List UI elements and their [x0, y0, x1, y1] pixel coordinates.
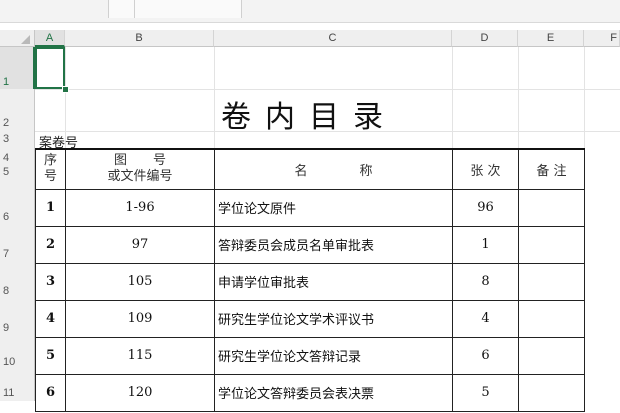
entry-name[interactable]: 学位论文原件	[214, 188, 453, 227]
entry-remarks[interactable]	[518, 188, 585, 227]
header-no-line2: 号	[43, 169, 57, 185]
row-header-6[interactable]: 6	[0, 188, 35, 225]
entry-pages[interactable]: 6	[452, 336, 519, 375]
row-header-2[interactable]: 2	[0, 89, 35, 131]
entry-pages[interactable]: 5	[452, 373, 519, 412]
entry-name[interactable]: 申请学位审批表	[214, 262, 453, 301]
entry-no[interactable]: 5	[35, 336, 66, 375]
header-code-cell[interactable]: 图 号 或文件编号	[65, 148, 215, 190]
column-header-a[interactable]: A	[35, 30, 65, 47]
column-header-d[interactable]: D	[452, 30, 518, 47]
entry-pages[interactable]: 1	[452, 225, 519, 264]
row-header-5[interactable]: 5	[0, 165, 35, 188]
entry-code[interactable]: 97	[65, 225, 215, 264]
entry-name[interactable]: 答辩委员会成员名单审批表	[214, 225, 453, 264]
ribbon-tab[interactable]	[134, 0, 242, 18]
entry-no[interactable]: 4	[35, 299, 66, 338]
entry-name[interactable]: 学位论文答辩委员会表决票	[214, 373, 453, 412]
header-no-line1: 序	[43, 153, 57, 169]
table-row: 1 1-96 学位论文原件 96	[35, 188, 585, 227]
entry-remarks[interactable]	[518, 299, 585, 338]
entry-remarks[interactable]	[518, 262, 585, 301]
header-row: 序 号 图 号 或文件编号 名 称 张 次 备 注	[35, 148, 585, 190]
table-row: 2 97 答辩委员会成员名单审批表 1	[35, 225, 585, 264]
entry-code[interactable]: 105	[65, 262, 215, 301]
table-row: 6 120 学位论文答辩委员会表决票 5	[35, 373, 585, 412]
header-pages: 张 次	[470, 163, 501, 179]
gridline	[35, 89, 620, 90]
row-header-4[interactable]: 4	[0, 148, 35, 165]
header-pages-cell[interactable]: 张 次	[452, 148, 519, 190]
entry-pages[interactable]: 8	[452, 262, 519, 301]
row-header-10[interactable]: 10	[0, 336, 35, 373]
entry-code[interactable]: 109	[65, 299, 215, 338]
header-no-cell[interactable]: 序 号	[35, 148, 66, 190]
ribbon-strip	[0, 0, 620, 23]
header-code-line1: 图 号	[113, 153, 166, 169]
ribbon-tab[interactable]	[108, 0, 136, 18]
entry-no[interactable]: 6	[35, 373, 66, 412]
table-row: 4 109 研究生学位论文学术评议书 4	[35, 299, 585, 338]
entry-remarks[interactable]	[518, 336, 585, 375]
row-header-9[interactable]: 9	[0, 299, 35, 336]
header-name: 名 称	[294, 163, 373, 179]
entry-code[interactable]: 115	[65, 336, 215, 375]
header-remarks-cell[interactable]: 备 注	[518, 148, 585, 190]
row-header-11[interactable]: 11	[0, 373, 35, 401]
row-header-3[interactable]: 3	[0, 131, 35, 148]
fill-handle[interactable]	[62, 86, 69, 93]
column-header-e[interactable]: E	[518, 30, 584, 47]
active-cell-selection[interactable]	[35, 47, 65, 89]
entry-pages[interactable]: 4	[452, 299, 519, 338]
select-all-icon	[21, 35, 30, 44]
entry-no[interactable]: 3	[35, 262, 66, 301]
row-header-1[interactable]: 1	[0, 47, 35, 89]
entry-remarks[interactable]	[518, 373, 585, 412]
row-header-8[interactable]: 8	[0, 262, 35, 299]
entry-no[interactable]: 1	[35, 188, 66, 227]
entry-name[interactable]: 研究生学位论文学术评议书	[214, 299, 453, 338]
column-header-b[interactable]: B	[65, 30, 214, 47]
column-header-c[interactable]: C	[214, 30, 452, 47]
entry-code[interactable]: 120	[65, 373, 215, 412]
column-header-f[interactable]: F	[584, 30, 620, 47]
header-name-cell[interactable]: 名 称	[214, 148, 453, 190]
entry-no[interactable]: 2	[35, 225, 66, 264]
header-remarks: 备 注	[536, 163, 567, 179]
entry-remarks[interactable]	[518, 225, 585, 264]
row-header-7[interactable]: 7	[0, 225, 35, 262]
table-row: 5 115 研究生学位论文答辩记录 6	[35, 336, 585, 375]
sheet-title: 卷内目录	[221, 100, 397, 135]
toc-table: 序 号 图 号 或文件编号 名 称 张 次 备 注 1 1-96 学位论文原件 …	[35, 148, 585, 412]
table-row: 3 105 申请学位审批表 8	[35, 262, 585, 301]
entry-name[interactable]: 研究生学位论文答辩记录	[214, 336, 453, 375]
entry-code[interactable]: 1-96	[65, 188, 215, 227]
header-code-line2: 或文件编号	[107, 169, 173, 185]
entry-pages[interactable]: 96	[452, 188, 519, 227]
